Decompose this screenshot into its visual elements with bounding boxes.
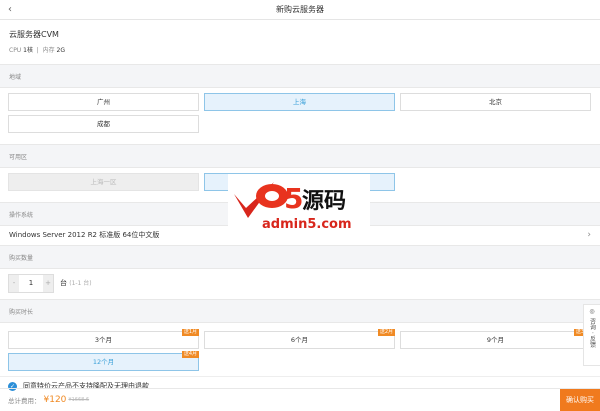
quantity-unit: 台 bbox=[60, 279, 67, 287]
duration-6m[interactable]: 6个月 送2月 bbox=[204, 329, 395, 349]
promo-badge: 送4月 bbox=[181, 351, 199, 358]
quantity-row: - 1 + 台 (1-1 台) bbox=[0, 269, 600, 297]
mem-value: 2G bbox=[56, 47, 66, 54]
watermark-logo: 5 源码 admin5.com bbox=[228, 174, 370, 234]
quantity-range: (1-1 台) bbox=[69, 280, 92, 287]
section-region: 地域 bbox=[0, 64, 600, 88]
zone-shanghai-1[interactable]: 上海一区 bbox=[8, 173, 199, 191]
cpu-value: 1核 bbox=[23, 47, 33, 54]
quantity-input[interactable]: 1 bbox=[19, 274, 43, 292]
region-options: 广州 上海 北京 成都 bbox=[0, 88, 600, 138]
total-price: ¥120 bbox=[43, 394, 67, 405]
quantity-stepper: - 1 + bbox=[8, 273, 54, 293]
duration-12m[interactable]: 12个月 送4月 bbox=[8, 351, 199, 371]
header: ‹ 新购云服务器 bbox=[0, 0, 600, 20]
mem-label: 内存 bbox=[42, 47, 55, 54]
duration-label: 12个月 bbox=[92, 358, 115, 366]
original-price: ¥1668.6 bbox=[68, 396, 90, 403]
svg-text:5: 5 bbox=[284, 182, 303, 215]
product-name: 云服务器CVM bbox=[9, 30, 59, 39]
total-label: 总计费用： bbox=[8, 396, 41, 405]
duration-label: 9个月 bbox=[486, 336, 505, 344]
duration-9m[interactable]: 9个月送3月 bbox=[400, 329, 591, 349]
cpu-label: CPU bbox=[9, 47, 22, 54]
duration-label: 3个月 bbox=[94, 336, 113, 344]
region-shanghai[interactable]: 上海 bbox=[204, 93, 395, 111]
region-beijing[interactable]: 北京 bbox=[400, 93, 591, 111]
feedback-label: 咨询 · 反馈 bbox=[588, 318, 596, 348]
product-summary: 云服务器CVM CPU 1核 | 内存 2G bbox=[0, 20, 600, 64]
duration-options: 3个月 送1月 6个月 送2月 9个月送3月 12个月 送4月 bbox=[0, 323, 600, 376]
svg-text:源码: 源码 bbox=[302, 189, 346, 214]
section-zone: 可用区 bbox=[0, 144, 600, 168]
confirm-purchase-button[interactable]: 确认购买 bbox=[560, 389, 600, 411]
os-value: Windows Server 2012 R2 标准版 64位中文版 bbox=[9, 231, 160, 239]
minus-button[interactable]: - bbox=[9, 274, 19, 292]
section-duration: 购买时长 bbox=[0, 299, 600, 323]
svg-text:admin5.com: admin5.com bbox=[262, 217, 352, 232]
duration-label: 6个月 bbox=[290, 336, 309, 344]
plus-button[interactable]: + bbox=[43, 274, 53, 292]
chevron-right-icon: › bbox=[587, 230, 591, 240]
promo-badge: 送1月 bbox=[181, 329, 199, 336]
feedback-tab[interactable]: ◎ 咨询 · 反馈 bbox=[583, 304, 600, 366]
footer-bar: 总计费用： ¥120 ¥1668.6 确认购买 bbox=[0, 388, 600, 411]
region-chengdu[interactable]: 成都 bbox=[8, 115, 199, 133]
page-title: 新购云服务器 bbox=[276, 5, 324, 14]
section-quantity: 购买数量 bbox=[0, 245, 600, 269]
duration-3m[interactable]: 3个月 送1月 bbox=[8, 329, 199, 349]
promo-badge: 送2月 bbox=[377, 329, 395, 336]
region-guangzhou[interactable]: 广州 bbox=[8, 93, 199, 111]
headset-icon: ◎ bbox=[589, 308, 595, 315]
chevron-left-icon[interactable]: ‹ bbox=[8, 0, 12, 20]
